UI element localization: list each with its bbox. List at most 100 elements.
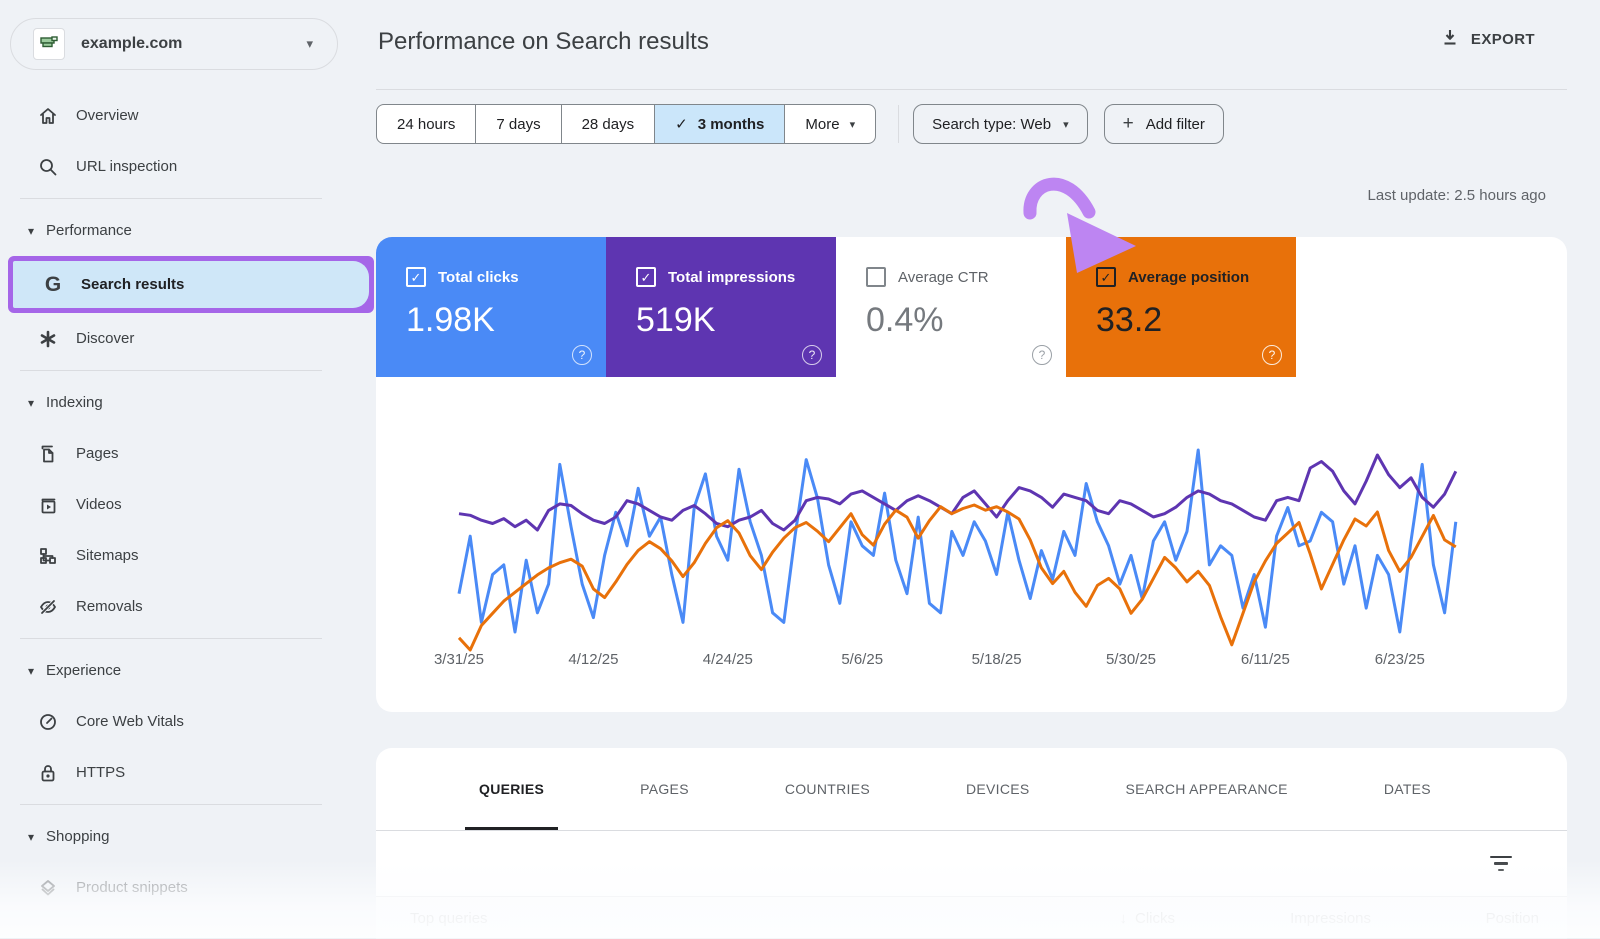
column-label: Impressions: [1290, 910, 1371, 927]
sidebar-item-url-inspection[interactable]: URL inspection: [0, 141, 376, 192]
export-button[interactable]: EXPORT: [1441, 28, 1535, 51]
help-icon[interactable]: ?: [572, 345, 592, 365]
filter-funnel-icon[interactable]: [1490, 856, 1512, 872]
range-24-hours[interactable]: 24 hours: [377, 105, 475, 143]
chart-line-position: [459, 505, 1456, 650]
column-impressions[interactable]: Impressions: [1290, 910, 1371, 927]
sidebar-item-label: URL inspection: [76, 158, 177, 175]
google-g-icon: G: [43, 275, 63, 295]
tab-countries[interactable]: COUNTRIES: [737, 748, 918, 830]
sidebar-item-overview[interactable]: Overview: [0, 90, 376, 141]
check-icon: ✓: [1101, 271, 1112, 284]
checkbox-icon[interactable]: ✓: [406, 267, 426, 287]
chevron-down-icon: ▾: [1063, 118, 1069, 131]
metric-label: Average CTR: [898, 269, 989, 286]
search-type-dropdown[interactable]: Search type: Web ▾: [913, 104, 1087, 144]
range-label: 3 months: [698, 116, 765, 133]
sidebar-item-search-results[interactable]: G Search results: [13, 261, 369, 308]
help-icon[interactable]: ?: [1262, 345, 1282, 365]
sidebar-item-videos[interactable]: Videos: [0, 479, 376, 530]
x-axis-tick-label: 6/23/25: [1375, 651, 1425, 668]
x-axis-tick-label: 5/6/25: [841, 651, 883, 668]
chevron-down-icon: ▾: [28, 396, 34, 410]
lock-icon: [38, 763, 58, 783]
sidebar-item-core-web-vitals[interactable]: Core Web Vitals: [0, 696, 376, 747]
search-type-label: Search type: Web: [932, 116, 1051, 133]
annotation-highlight-box: G Search results: [8, 256, 374, 313]
plus-icon: +: [1123, 113, 1134, 135]
column-top-queries[interactable]: Top queries: [410, 910, 488, 927]
chevron-down-icon: ▾: [28, 830, 34, 844]
range-3-months[interactable]: ✓ 3 months: [654, 105, 784, 143]
performance-line-chart: 3/31/254/12/254/24/255/6/255/18/255/30/2…: [376, 377, 1567, 712]
sidebar-item-label: Core Web Vitals: [76, 713, 184, 730]
range-label: 24 hours: [397, 116, 455, 133]
x-axis-tick-label: 5/30/25: [1106, 651, 1156, 668]
metric-card-total-impressions[interactable]: ✓ Total impressions 519K ?: [606, 237, 836, 377]
help-icon[interactable]: ?: [1032, 345, 1052, 365]
layers-diamond-icon: [38, 878, 58, 898]
tab-devices[interactable]: DEVICES: [918, 748, 1078, 830]
search-icon: [38, 157, 58, 177]
add-filter-button[interactable]: + Add filter: [1104, 104, 1224, 144]
tab-label: QUERIES: [479, 781, 544, 797]
column-position[interactable]: Position: [1486, 910, 1539, 927]
sort-down-icon: ↓: [1120, 910, 1128, 927]
sidebar-item-product-snippets[interactable]: Product snippets: [0, 862, 376, 913]
tab-queries[interactable]: QUERIES: [431, 748, 592, 830]
tab-dates[interactable]: DATES: [1336, 748, 1479, 830]
table-header-row: Top queries ↓ Clicks Impressions Positio…: [376, 897, 1567, 939]
sidebar-item-https[interactable]: HTTPS: [0, 747, 376, 798]
sidebar-item-pages[interactable]: Pages: [0, 428, 376, 479]
sidebar-divider: [20, 198, 322, 199]
x-axis-tick-label: 4/12/25: [568, 651, 618, 668]
check-icon: ✓: [411, 271, 422, 284]
sidebar-item-label: Search results: [81, 276, 184, 293]
sidebar-section-label: Experience: [46, 662, 121, 679]
sidebar-item-discover[interactable]: Discover: [0, 313, 376, 364]
metric-label: Total impressions: [668, 269, 795, 286]
metric-value: 0.4%: [836, 287, 1066, 340]
page-title: Performance on Search results: [378, 28, 709, 56]
check-icon: ✓: [641, 271, 652, 284]
sidebar-section-indexing[interactable]: ▾ Indexing: [0, 377, 376, 428]
tab-search-appearance[interactable]: SEARCH APPEARANCE: [1078, 748, 1336, 830]
help-icon[interactable]: ?: [802, 345, 822, 365]
metric-value: 33.2: [1066, 287, 1296, 340]
sitemap-icon: [38, 546, 58, 566]
sidebar-section-experience[interactable]: ▾ Experience: [0, 645, 376, 696]
sidebar-item-sitemaps[interactable]: Sitemaps: [0, 530, 376, 581]
sidebar-section-shopping[interactable]: ▾ Shopping: [0, 811, 376, 862]
metric-card-average-ctr[interactable]: ✓ Average CTR 0.4% ?: [836, 237, 1066, 377]
sidebar-item-removals[interactable]: Removals: [0, 581, 376, 632]
tab-label: DATES: [1384, 781, 1431, 797]
property-name: example.com: [81, 35, 182, 53]
metric-value: 1.98K: [376, 287, 606, 340]
filter-row: 24 hours 7 days 28 days ✓ 3 months More …: [376, 104, 1224, 144]
range-more-dropdown[interactable]: More ▾: [784, 105, 875, 143]
dimensions-card: QUERIES PAGES COUNTRIES DEVICES SEARCH A…: [376, 748, 1567, 938]
column-label: Position: [1486, 910, 1539, 927]
checkbox-icon[interactable]: ✓: [866, 267, 886, 287]
sidebar-item-label: Overview: [76, 107, 139, 124]
range-7-days[interactable]: 7 days: [475, 105, 560, 143]
video-icon: [38, 495, 58, 515]
column-label: Clicks: [1135, 910, 1175, 927]
tab-pages[interactable]: PAGES: [592, 748, 737, 830]
sidebar-divider: [20, 370, 322, 371]
column-clicks[interactable]: ↓ Clicks: [1120, 910, 1176, 927]
performance-chart-card: ✓ Total clicks 1.98K ? ✓ Total impressio…: [376, 237, 1567, 712]
x-axis-tick-label: 6/11/25: [1241, 651, 1290, 668]
metric-card-total-clicks[interactable]: ✓ Total clicks 1.98K ?: [376, 237, 606, 377]
tab-label: SEARCH APPEARANCE: [1126, 781, 1288, 797]
checkbox-icon[interactable]: ✓: [636, 267, 656, 287]
pages-icon: [38, 444, 58, 464]
range-28-days[interactable]: 28 days: [561, 105, 655, 143]
property-selector[interactable]: example.com ▾: [10, 18, 338, 70]
checkbox-icon[interactable]: ✓: [1096, 267, 1116, 287]
chevron-down-icon: ▾: [28, 224, 34, 238]
range-label: 28 days: [582, 116, 635, 133]
sidebar-section-performance[interactable]: ▾ Performance: [0, 205, 376, 256]
date-range-filter: 24 hours 7 days 28 days ✓ 3 months More …: [376, 104, 876, 144]
metric-card-average-position[interactable]: ✓ Average position 33.2 ?: [1066, 237, 1296, 377]
